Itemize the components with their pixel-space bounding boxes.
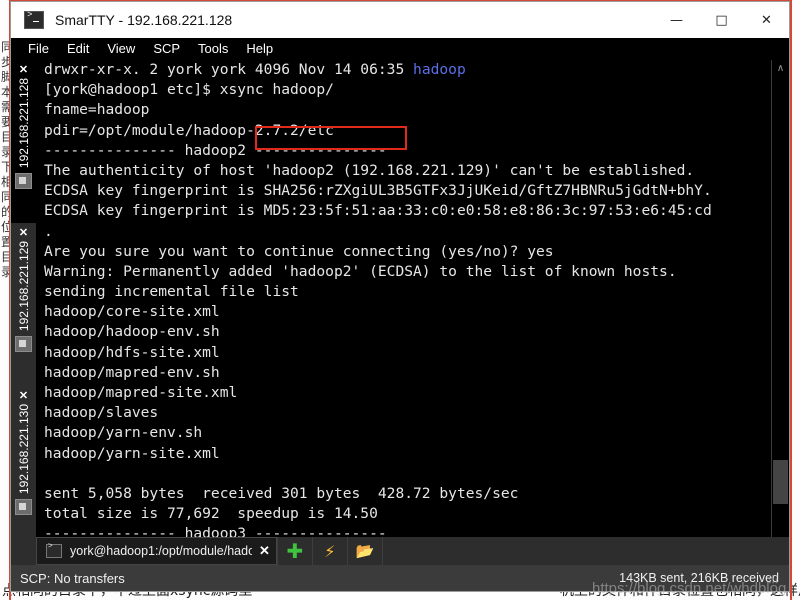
terminal-text: hadoop/slaves — [44, 404, 159, 422]
terminal-text: hadoop/mapred-env.sh — [44, 363, 220, 381]
terminal-icon — [15, 336, 32, 353]
add-session-button[interactable]: ✚ — [276, 537, 313, 565]
minimize-icon: — — [670, 12, 683, 28]
terminal-output[interactable]: drwxr-xr-x. 2 york york 4096 Nov 14 06:3… — [44, 60, 771, 591]
sidebar-item-label: 192.168.221.129 — [16, 241, 31, 332]
terminal-line: Are you sure you want to continue connec… — [44, 242, 771, 262]
terminal-line: hadoop/yarn-site.xml — [44, 444, 771, 464]
terminal-text: Warning: Permanently added 'hadoop2' (EC… — [44, 262, 677, 280]
terminal-line: sending incremental file list — [44, 282, 771, 302]
bottom-bar-spacer — [11, 537, 36, 565]
terminal-text: hadoop/yarn-env.sh — [44, 424, 203, 442]
terminal-text: The authenticity of host 'hadoop2 (192.1… — [44, 161, 695, 179]
window-title: SmarTTY - 192.168.221.128 — [55, 12, 233, 28]
session-bottom-bar: york@hadoop1:/opt/module/hadoop-2.7 ✕ ✚ … — [11, 537, 789, 565]
terminal-line: --------------- hadoop2 --------------- — [44, 141, 771, 161]
terminal-text: pdir=/opt/module/hadoop-2.7.2/etc — [44, 121, 334, 139]
terminal-line: hadoop/slaves — [44, 403, 771, 423]
menu-bar: File Edit View SCP Tools Help — [11, 38, 789, 60]
menu-item-edit[interactable]: Edit — [58, 40, 98, 58]
terminal-text: hadoop/mapred-site.xml — [44, 384, 238, 401]
terminal-line: ECDSA key fingerprint is MD5:23:5f:51:aa… — [44, 201, 771, 221]
menu-item-view[interactable]: View — [98, 40, 144, 58]
terminal-text: drwxr-xr-x. 2 york york 4096 Nov 14 06:3… — [44, 61, 414, 78]
close-button[interactable]: ✕ — [744, 2, 789, 38]
terminal-line: hadoop/hadoop-env.sh — [44, 322, 771, 342]
sidebar-item-192-168-221-130[interactable]: ✕ 192.168.221.130 — [11, 386, 36, 549]
close-icon[interactable]: ✕ — [19, 228, 28, 239]
close-icon[interactable]: ✕ — [259, 543, 270, 559]
menu-item-tools[interactable]: Tools — [189, 40, 237, 58]
terminal-icon — [46, 542, 62, 558]
maximize-button[interactable]: □ — [699, 2, 744, 38]
terminal-scrollbar[interactable]: ∧ ∨ — [771, 60, 789, 591]
bottom-bar-filler — [383, 537, 789, 565]
transfer-stats-text: 143KB sent, 216KB received — [619, 571, 779, 585]
maximize-icon: □ — [715, 12, 728, 28]
terminal-text: [york@hadoop1 etc]$ xsync hadoop/ — [44, 81, 334, 99]
minimize-button[interactable]: — — [654, 2, 699, 38]
terminal-line: ECDSA key fingerprint is SHA256:rZXgiUL3… — [44, 181, 771, 201]
terminal-text: hadoop/yarn-site.xml — [44, 444, 220, 462]
open-folder-button[interactable]: 📂 — [348, 537, 383, 565]
menu-item-help[interactable]: Help — [237, 40, 282, 58]
sidebar-item-label: 192.168.221.130 — [16, 404, 31, 495]
session-tab-label: york@hadoop1:/opt/module/hadoop-2.7 — [70, 544, 252, 558]
status-bar: SCP: No transfers 143KB sent, 216KB rece… — [11, 565, 789, 591]
terminal-line: hadoop/mapred-site.xml — [44, 383, 771, 403]
terminal-text: hadoop/core-site.xml — [44, 303, 220, 321]
terminal-text: hadoop/hadoop-env.sh — [44, 323, 220, 341]
window-controls: — □ ✕ — [654, 2, 789, 38]
terminal-icon — [15, 499, 32, 516]
menu-item-scp[interactable]: SCP — [144, 40, 189, 58]
session-tab-strip: ✕ 192.168.221.128 ✕ 192.168.221.129 ✕ 19… — [11, 60, 36, 591]
close-icon: ✕ — [761, 12, 772, 28]
sidebar-item-label: 192.168.221.128 — [16, 78, 31, 169]
terminal-text: ECDSA key fingerprint is MD5:23:5f:51:aa… — [44, 202, 712, 220]
terminal-line: sent 5,058 bytes received 301 bytes 428.… — [44, 484, 771, 504]
menu-item-file[interactable]: File — [19, 40, 58, 58]
title-bar[interactable]: SmarTTY - 192.168.221.128 — □ ✕ — [11, 2, 789, 38]
terminal-line: total size is 77,692 speedup is 14.50 — [44, 504, 771, 524]
terminal-text: hadoop — [413, 61, 466, 78]
terminal-text: fname=hadoop — [44, 101, 150, 119]
sidebar-item-192-168-221-128[interactable]: ✕ 192.168.221.128 — [11, 60, 36, 223]
terminal-text: ECDSA key fingerprint is SHA256:rZXgiUL3… — [44, 182, 712, 200]
sidebar-item-192-168-221-129[interactable]: ✕ 192.168.221.129 — [11, 223, 36, 386]
close-icon[interactable]: ✕ — [19, 391, 28, 402]
terminal-line: hadoop/mapred-env.sh — [44, 363, 771, 383]
terminal-text: sent 5,058 bytes received 301 bytes 428.… — [44, 484, 519, 502]
terminal-text: Are you sure you want to continue connec… — [44, 242, 554, 260]
quick-command-button[interactable]: ⚡ — [313, 537, 348, 565]
terminal-text: total size is 77,692 speedup is 14.50 — [44, 505, 378, 523]
terminal-line: Warning: Permanently added 'hadoop2' (EC… — [44, 262, 771, 282]
scrollbar-thumb[interactable] — [773, 460, 788, 504]
terminal-line: [york@hadoop1 etc]$ xsync hadoop/ — [44, 80, 771, 100]
terminal-line: hadoop/core-site.xml — [44, 302, 771, 322]
terminal-line: hadoop/yarn-env.sh — [44, 423, 771, 443]
terminal-text: . — [44, 222, 53, 240]
terminal-icon — [24, 10, 44, 29]
close-icon[interactable]: ✕ — [19, 65, 28, 76]
terminal-text: sending incremental file list — [44, 283, 299, 301]
scroll-up-button[interactable]: ∧ — [772, 60, 789, 77]
smartty-window: SmarTTY - 192.168.221.128 — □ ✕ File Edi… — [11, 2, 789, 591]
terminal-line: The authenticity of host 'hadoop2 (192.1… — [44, 161, 771, 181]
resize-grip-icon[interactable] — [768, 574, 778, 584]
terminal-text: --------------- hadoop2 --------------- — [44, 141, 387, 159]
terminal-line: drwxr-xr-x. 2 york york 4096 Nov 14 06:3… — [44, 60, 771, 80]
terminal-icon — [15, 173, 32, 190]
terminal-text: hadoop/hdfs-site.xml — [44, 343, 220, 361]
terminal-line: . — [44, 222, 771, 242]
window-body: ✕ 192.168.221.128 ✕ 192.168.221.129 ✕ 19… — [11, 60, 789, 591]
terminal-line: hadoop/hdfs-site.xml — [44, 343, 771, 363]
session-tab-active[interactable]: york@hadoop1:/opt/module/hadoop-2.7 ✕ — [36, 537, 277, 565]
terminal-panel[interactable]: drwxr-xr-x. 2 york york 4096 Nov 14 06:3… — [36, 60, 789, 591]
terminal-line: pdir=/opt/module/hadoop-2.7.2/etc — [44, 121, 771, 141]
scp-status-text: SCP: No transfers — [20, 570, 125, 586]
terminal-line: fname=hadoop — [44, 100, 771, 120]
background-right-border — [790, 0, 792, 600]
